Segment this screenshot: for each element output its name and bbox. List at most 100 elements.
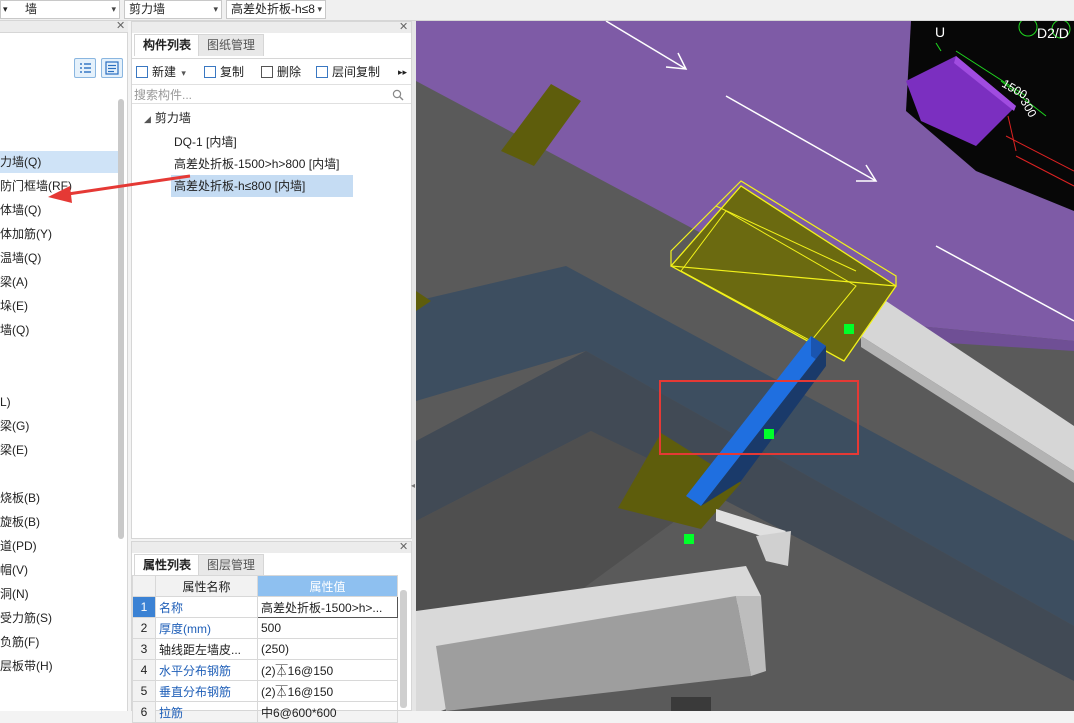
chevron-down-icon: ▾ [111, 4, 116, 14]
property-row[interactable]: 4 水平分布钢筋 (2)⏄16@150 [132, 659, 398, 681]
property-row[interactable]: 5 垂直分布钢筋 (2)⏄16@150 [132, 680, 398, 702]
row-number: 1 [132, 596, 156, 618]
property-value[interactable]: 中6@600*600 [257, 701, 398, 723]
more-tools-button[interactable]: ▸▸ [398, 63, 407, 81]
panel-header: ✕ [132, 542, 411, 553]
list-view-button[interactable] [74, 58, 96, 78]
nav-tree-item[interactable]: 旋板(B) [0, 511, 118, 533]
property-value[interactable]: 高差处折板-1500>h>... [257, 596, 398, 618]
chevron-down-icon: ▾ [181, 68, 186, 78]
row-number: 2 [132, 617, 156, 639]
chevron-down-icon: ▾ [3, 4, 8, 14]
element-type-combo[interactable]: ▾ 墙 ▾ [0, 0, 120, 19]
property-name: 拉筋 [155, 701, 258, 723]
nav-tree-item[interactable]: 梁(E) [0, 439, 118, 461]
new-button-label: 新建 [152, 65, 177, 79]
property-value[interactable]: (2)⏄16@150 [257, 659, 398, 681]
floor-copy-button-label: 层间复制 [332, 65, 381, 79]
property-row[interactable]: 1 名称 高差处折板-1500>h>... [132, 596, 398, 618]
axis-label-u: U [935, 24, 945, 40]
property-name: 名称 [155, 596, 258, 618]
top-toolbar: ▾ 墙 ▾ 剪力墙 ▾ 高差处折板-h≤8 ▾ [0, 0, 1074, 21]
property-row[interactable]: 6 拉筋 中6@600*600 [132, 701, 398, 723]
tab-drawing-management[interactable]: 图纸管理 [198, 34, 265, 56]
nav-tree-item[interactable]: 梁(A) [0, 271, 118, 293]
property-value[interactable]: 500 [257, 617, 398, 639]
copy-button[interactable]: 复制 [204, 63, 244, 81]
element-type-value: 墙 [25, 2, 38, 16]
property-name: 水平分布钢筋 [155, 659, 258, 681]
component-tree-item[interactable]: 高差处折板-h≤800 [内墙] [171, 175, 353, 197]
list-icon [80, 63, 91, 73]
property-value[interactable]: (2)⏄16@150 [257, 680, 398, 702]
row-number: 4 [132, 659, 156, 681]
detail-view-button[interactable] [101, 58, 123, 78]
chevron-down-icon: ◢ [144, 114, 151, 124]
tab-component-list[interactable]: 构件列表 [134, 34, 201, 56]
trash-icon [261, 66, 273, 78]
delete-button[interactable]: 删除 [261, 63, 301, 81]
nav-scrollbar[interactable] [118, 99, 124, 539]
component-tree-item[interactable]: 高差处折板-1500>h>800 [内墙] [171, 153, 353, 175]
nav-tree-item[interactable]: 层板带(H) [0, 655, 118, 677]
3d-scene: 1500 300 D2/D U [416, 21, 1074, 711]
component-value: 高差处折板-h≤8 [231, 2, 315, 16]
chevron-left-icon: ◂ [411, 481, 416, 490]
element-subtype-combo[interactable]: 剪力墙 ▾ [124, 0, 222, 19]
new-button[interactable]: 新建 ▾ [136, 63, 186, 81]
grip-point [684, 534, 694, 544]
nav-tree-item[interactable]: 梁(G) [0, 415, 118, 437]
nav-view-toolbar [0, 54, 128, 84]
properties-panel: ✕ 属性列表 图层管理 属性名称 属性值 1 名称 高差处折板-1500>h>...… [131, 541, 412, 723]
floor-copy-button[interactable]: 层间复制 [316, 63, 380, 81]
nav-tree-item[interactable]: 体加筋(Y) [0, 223, 118, 245]
property-value-header: 属性值 [257, 575, 398, 597]
nav-tree-item[interactable]: 力墙(Q) [0, 151, 118, 173]
nav-tree-item[interactable]: 体墙(Q) [0, 199, 118, 221]
row-number: 3 [132, 638, 156, 660]
nav-tree-item[interactable]: 墙(Q) [0, 319, 118, 341]
close-icon[interactable]: ✕ [399, 542, 408, 553]
floor-copy-icon [316, 66, 328, 78]
search-icon[interactable] [392, 89, 404, 101]
property-row[interactable]: 3 轴线距左墙皮... (250) [132, 638, 398, 660]
component-tree-item[interactable]: DQ-1 [内墙] [171, 131, 353, 153]
nav-tree-item[interactable]: 防门框墙(RF) [0, 175, 118, 197]
nav-tree-item[interactable]: 受力筋(S) [0, 607, 118, 629]
nav-tree-item[interactable]: 道(PD) [0, 535, 118, 557]
panel-header: ✕ [132, 22, 411, 33]
close-icon[interactable]: ✕ [399, 22, 408, 33]
grip-point [764, 429, 774, 439]
tree-group-row[interactable]: ◢ 剪力墙 [144, 107, 194, 129]
nav-tree-item[interactable]: L) [0, 391, 118, 413]
3d-viewport[interactable]: 1500 300 D2/D U [416, 21, 1074, 711]
property-name: 轴线距左墙皮... [155, 638, 258, 660]
copy-button-label: 复制 [220, 65, 245, 79]
navigation-pane: ✕ 力墙(Q) 防门框墙(RF) 体墙(Q) 体加筋(Y) 温墙(Q) 梁(A) 垛(E) 墙… [0, 21, 128, 711]
tree-group-label: 剪力墙 [154, 111, 191, 125]
chevron-down-icon: ▾ [317, 4, 322, 14]
nav-tree-item[interactable]: 负筋(F) [0, 631, 118, 653]
nav-tree-item[interactable]: 温墙(Q) [0, 247, 118, 269]
tab-layer-management[interactable]: 图层管理 [198, 554, 265, 576]
element-subtype-value: 剪力墙 [129, 2, 166, 16]
nav-tree-item[interactable]: 垛(E) [0, 295, 118, 317]
component-tree-group[interactable]: ◢ 剪力墙 [144, 107, 194, 129]
property-value[interactable]: (250) [257, 638, 398, 660]
delete-button-label: 删除 [277, 65, 302, 79]
property-name-header: 属性名称 [155, 575, 258, 597]
copy-icon [204, 66, 216, 78]
chevron-down-icon: ▾ [213, 4, 218, 14]
nav-tree-item[interactable]: 洞(N) [0, 583, 118, 605]
tab-property-list[interactable]: 属性列表 [134, 554, 201, 576]
close-icon[interactable]: ✕ [116, 21, 125, 32]
component-search-input[interactable] [134, 87, 384, 103]
property-row[interactable]: 2 厚度(mm) 500 [132, 617, 398, 639]
nav-tree-item[interactable]: 帽(V) [0, 559, 118, 581]
nav-pane-header: ✕ [0, 21, 128, 33]
nav-tree-item[interactable]: 烧板(B) [0, 487, 118, 509]
property-table: 属性名称 属性值 1 名称 高差处折板-1500>h>... 2 厚度(mm) 500 3 轴… [132, 575, 398, 723]
property-scrollbar[interactable] [400, 590, 407, 708]
property-name: 厚度(mm) [155, 617, 258, 639]
component-combo[interactable]: 高差处折板-h≤8 ▾ [226, 0, 326, 19]
